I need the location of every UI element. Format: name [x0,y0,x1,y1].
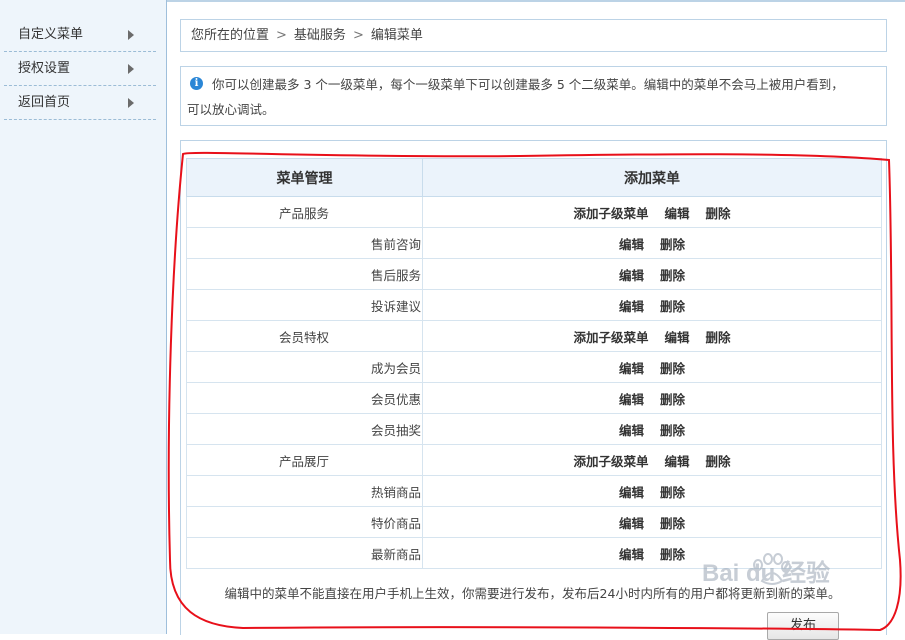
notice-line-2: 可以放心调试。 [187,102,275,117]
edit-button[interactable]: 编辑 [619,296,644,315]
table-row-sub-menu: 会员优惠 编辑 删除 [186,382,882,414]
delete-button[interactable]: 删除 [660,482,685,501]
info-icon: i [190,77,203,90]
row-actions: 编辑 删除 [422,258,882,290]
edit-button[interactable]: 编辑 [619,420,644,439]
delete-button[interactable]: 删除 [706,451,731,470]
chevron-right-icon [128,64,134,74]
table-row-sub-menu: 会员抽奖 编辑 删除 [186,413,882,445]
edit-button[interactable]: 编辑 [664,327,689,346]
add-submenu-button[interactable]: 添加子级菜单 [573,203,648,222]
breadcrumb: 您所在的位置 > 基础服务 > 编辑菜单 [180,19,887,52]
delete-button[interactable]: 删除 [660,358,685,377]
breadcrumb-basic-services[interactable]: 基础服务 [294,20,346,51]
table-row-top-menu: 产品服务 添加子级菜单 编辑 删除 [186,196,882,228]
edit-button[interactable]: 编辑 [619,389,644,408]
delete-button[interactable]: 删除 [660,234,685,253]
row-actions: 编辑 删除 [422,351,882,383]
table-row-sub-menu: 热销商品 编辑 删除 [186,475,882,507]
notice-line-1: 你可以创建最多 3 个一级菜单，每个一级菜单下可以创建最多 5 个二级菜单。编辑… [212,77,844,92]
edit-button[interactable]: 编辑 [619,513,644,532]
edit-button[interactable]: 编辑 [664,451,689,470]
row-actions: 编辑 删除 [422,506,882,538]
sidebar-item-label: 返回首页 [18,95,71,110]
sidebar-item-label: 授权设置 [18,61,71,76]
edit-button[interactable]: 编辑 [619,358,644,377]
add-submenu-button[interactable]: 添加子级菜单 [573,451,648,470]
header-add-menu[interactable]: 添加菜单 [422,158,882,197]
sub-menu-name: 售后服务 [186,258,423,290]
chevron-right-icon [128,98,134,108]
edit-button[interactable]: 编辑 [619,265,644,284]
table-row-top-menu: 会员特权 添加子级菜单 编辑 删除 [186,320,882,352]
edit-button[interactable]: 编辑 [664,203,689,222]
sub-menu-name: 成为会员 [186,351,423,383]
breadcrumb-edit-menu: 编辑菜单 [370,28,423,43]
table-row-sub-menu: 投诉建议 编辑 删除 [186,289,882,321]
sidebar-item-home[interactable]: 返回首页 [4,86,156,120]
watermark-text: Bai du 经验 [702,559,830,587]
sub-menu-name: 会员优惠 [186,382,423,414]
delete-button[interactable]: 删除 [660,389,685,408]
breadcrumb-location: 您所在的位置 [191,28,270,43]
row-actions: 编辑 删除 [422,413,882,445]
publish-button[interactable]: 发布 [767,612,839,640]
delete-button[interactable]: 删除 [660,265,685,284]
edit-button[interactable]: 编辑 [619,482,644,501]
breadcrumb-separator: > [276,28,287,43]
header-menu-management: 菜单管理 [186,158,423,197]
top-menu-name: 会员特权 [186,320,423,352]
delete-button[interactable]: 删除 [660,544,685,563]
row-actions: 编辑 删除 [422,382,882,414]
sidebar: 自定义菜单 授权设置 返回首页 [0,0,167,634]
sub-menu-name: 会员抽奖 [186,413,423,445]
row-actions: 编辑 删除 [422,227,882,259]
sub-menu-name: 热销商品 [186,475,423,507]
sidebar-menu: 自定义菜单 授权设置 返回首页 [4,18,156,120]
delete-button[interactable]: 删除 [660,296,685,315]
edit-button[interactable]: 编辑 [619,544,644,563]
delete-button[interactable]: 删除 [706,327,731,346]
top-menu-name: 产品展厅 [186,444,423,476]
breadcrumb-separator: > [352,28,364,43]
sub-menu-name: 投诉建议 [186,289,423,321]
chevron-right-icon [128,30,134,40]
sidebar-item-custom-menu[interactable]: 自定义菜单 [4,18,156,52]
row-actions: 编辑 删除 [422,475,882,507]
sidebar-item-label: 自定义菜单 [18,27,84,42]
sidebar-item-authorization[interactable]: 授权设置 [4,52,156,86]
table-row-top-menu: 产品展厅 添加子级菜单 编辑 删除 [186,444,882,476]
sub-menu-name: 最新商品 [186,537,423,569]
row-actions: 编辑 删除 [422,289,882,321]
table-row-sub-menu: 售后服务 编辑 删除 [186,258,882,290]
baidu-watermark: Bai du 经验 [702,553,830,587]
row-actions: 添加子级菜单 编辑 删除 [422,196,882,228]
delete-button[interactable]: 删除 [660,420,685,439]
add-submenu-button[interactable]: 添加子级菜单 [573,327,648,346]
info-notice: i 你可以创建最多 3 个一级菜单，每个一级菜单下可以创建最多 5 个二级菜单。… [180,66,887,126]
row-actions: 添加子级菜单 编辑 删除 [422,444,882,476]
menu-table: 菜单管理 添加菜单 产品服务 添加子级菜单 编辑 删除 售前咨询 编辑 删除 售后服务 编辑 删除… [186,158,882,569]
delete-button[interactable]: 删除 [706,203,731,222]
table-header-row: 菜单管理 添加菜单 [186,158,882,197]
edit-button[interactable]: 编辑 [619,234,644,253]
top-menu-name: 产品服务 [186,196,423,228]
delete-button[interactable]: 删除 [660,513,685,532]
sub-menu-name: 售前咨询 [186,227,423,259]
table-row-sub-menu: 售前咨询 编辑 删除 [186,227,882,259]
sub-menu-name: 特价商品 [186,506,423,538]
table-row-sub-menu: 成为会员 编辑 删除 [186,351,882,383]
row-actions: 添加子级菜单 编辑 删除 [422,320,882,352]
table-row-sub-menu: 特价商品 编辑 删除 [186,506,882,538]
